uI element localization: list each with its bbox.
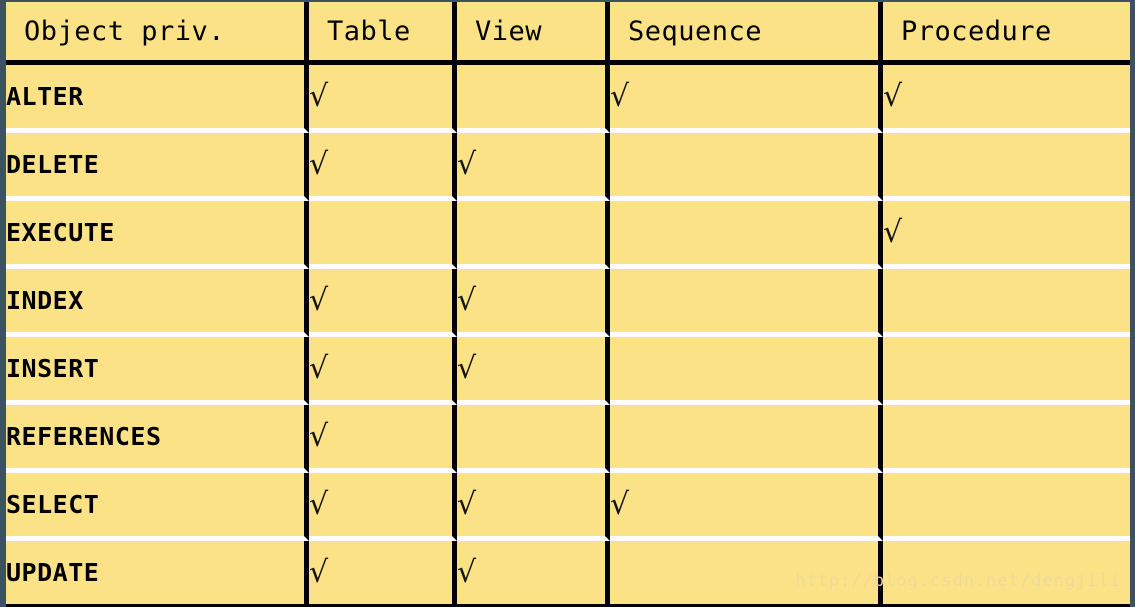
privilege-mark-cell-table: √: [309, 337, 457, 405]
privilege-mark-cell-procedure: [883, 405, 1130, 473]
privilege-name-cell: EXECUTE: [6, 201, 309, 269]
column-header-procedure: Procedure: [883, 2, 1130, 65]
privilege-mark-cell-view: [457, 405, 610, 473]
table-body: ALTER √ √ √ DELETE √ √ EXECUTE √ INDEX √ √ INSERT √ √ R…: [6, 65, 1130, 607]
check-icon: √: [457, 146, 477, 182]
table-row: ALTER √ √ √: [6, 65, 1130, 133]
check-icon: √: [309, 350, 329, 386]
check-icon: √: [457, 486, 477, 522]
privilege-mark-cell-table: √: [309, 65, 457, 133]
privilege-mark-cell-procedure: [883, 269, 1130, 337]
privilege-mark-cell-sequence: [610, 337, 883, 405]
privilege-mark-cell-sequence: √: [610, 473, 883, 541]
check-icon: √: [457, 350, 477, 386]
privilege-mark-cell-procedure: [883, 337, 1130, 405]
privilege-mark-cell-sequence: √: [610, 65, 883, 133]
privilege-mark-cell-view: [457, 65, 610, 133]
privilege-mark-cell-table: √: [309, 541, 457, 607]
check-icon: √: [883, 214, 903, 250]
privilege-mark-cell-table: √: [309, 405, 457, 473]
object-privileges-table-container: Object priv. Table View Sequence Procedu…: [0, 0, 1135, 607]
privilege-mark-cell-sequence: [610, 405, 883, 473]
table-header: Object priv. Table View Sequence Procedu…: [6, 2, 1130, 65]
column-header-sequence: Sequence: [610, 2, 883, 65]
check-icon: √: [883, 78, 903, 114]
privilege-mark-cell-procedure: [883, 133, 1130, 201]
table-row: DELETE √ √: [6, 133, 1130, 201]
privilege-name-cell: INDEX: [6, 269, 309, 337]
privilege-mark-cell-procedure: [883, 541, 1130, 607]
privilege-mark-cell-table: √: [309, 133, 457, 201]
privilege-mark-cell-view: [457, 201, 610, 269]
check-icon: √: [610, 486, 630, 522]
check-icon: √: [309, 554, 329, 590]
privilege-mark-cell-sequence: [610, 269, 883, 337]
table-row: EXECUTE √: [6, 201, 1130, 269]
privilege-mark-cell-sequence: [610, 201, 883, 269]
privilege-mark-cell-procedure: [883, 473, 1130, 541]
privilege-mark-cell-view: √: [457, 473, 610, 541]
check-icon: √: [457, 282, 477, 318]
object-privileges-table: Object priv. Table View Sequence Procedu…: [6, 2, 1130, 607]
column-header-table: Table: [309, 2, 457, 65]
privilege-mark-cell-table: √: [309, 269, 457, 337]
check-icon: √: [309, 78, 329, 114]
privilege-name-cell: DELETE: [6, 133, 309, 201]
privilege-mark-cell-table: √: [309, 473, 457, 541]
check-icon: √: [610, 78, 630, 114]
privilege-mark-cell-view: √: [457, 337, 610, 405]
privilege-mark-cell-view: √: [457, 269, 610, 337]
table-row: REFERENCES √: [6, 405, 1130, 473]
privilege-mark-cell-sequence: [610, 133, 883, 201]
privilege-name-cell: ALTER: [6, 65, 309, 133]
privilege-mark-cell-procedure: √: [883, 65, 1130, 133]
privilege-name-cell: UPDATE: [6, 541, 309, 607]
privilege-mark-cell-procedure: √: [883, 201, 1130, 269]
privilege-name-cell: SELECT: [6, 473, 309, 541]
table-header-row: Object priv. Table View Sequence Procedu…: [6, 2, 1130, 65]
privilege-mark-cell-sequence: [610, 541, 883, 607]
column-header-object-priv: Object priv.: [6, 2, 309, 65]
check-icon: √: [309, 418, 329, 454]
check-icon: √: [309, 282, 329, 318]
column-header-view: View: [457, 2, 610, 65]
privilege-mark-cell-view: √: [457, 133, 610, 201]
privilege-mark-cell-table: [309, 201, 457, 269]
table-row: INSERT √ √: [6, 337, 1130, 405]
table-row: UPDATE √ √: [6, 541, 1130, 607]
table-row: SELECT √ √ √: [6, 473, 1130, 541]
privilege-name-cell: REFERENCES: [6, 405, 309, 473]
check-icon: √: [457, 554, 477, 590]
privilege-name-cell: INSERT: [6, 337, 309, 405]
check-icon: √: [309, 146, 329, 182]
check-icon: √: [309, 486, 329, 522]
table-row: INDEX √ √: [6, 269, 1130, 337]
privilege-mark-cell-view: √: [457, 541, 610, 607]
